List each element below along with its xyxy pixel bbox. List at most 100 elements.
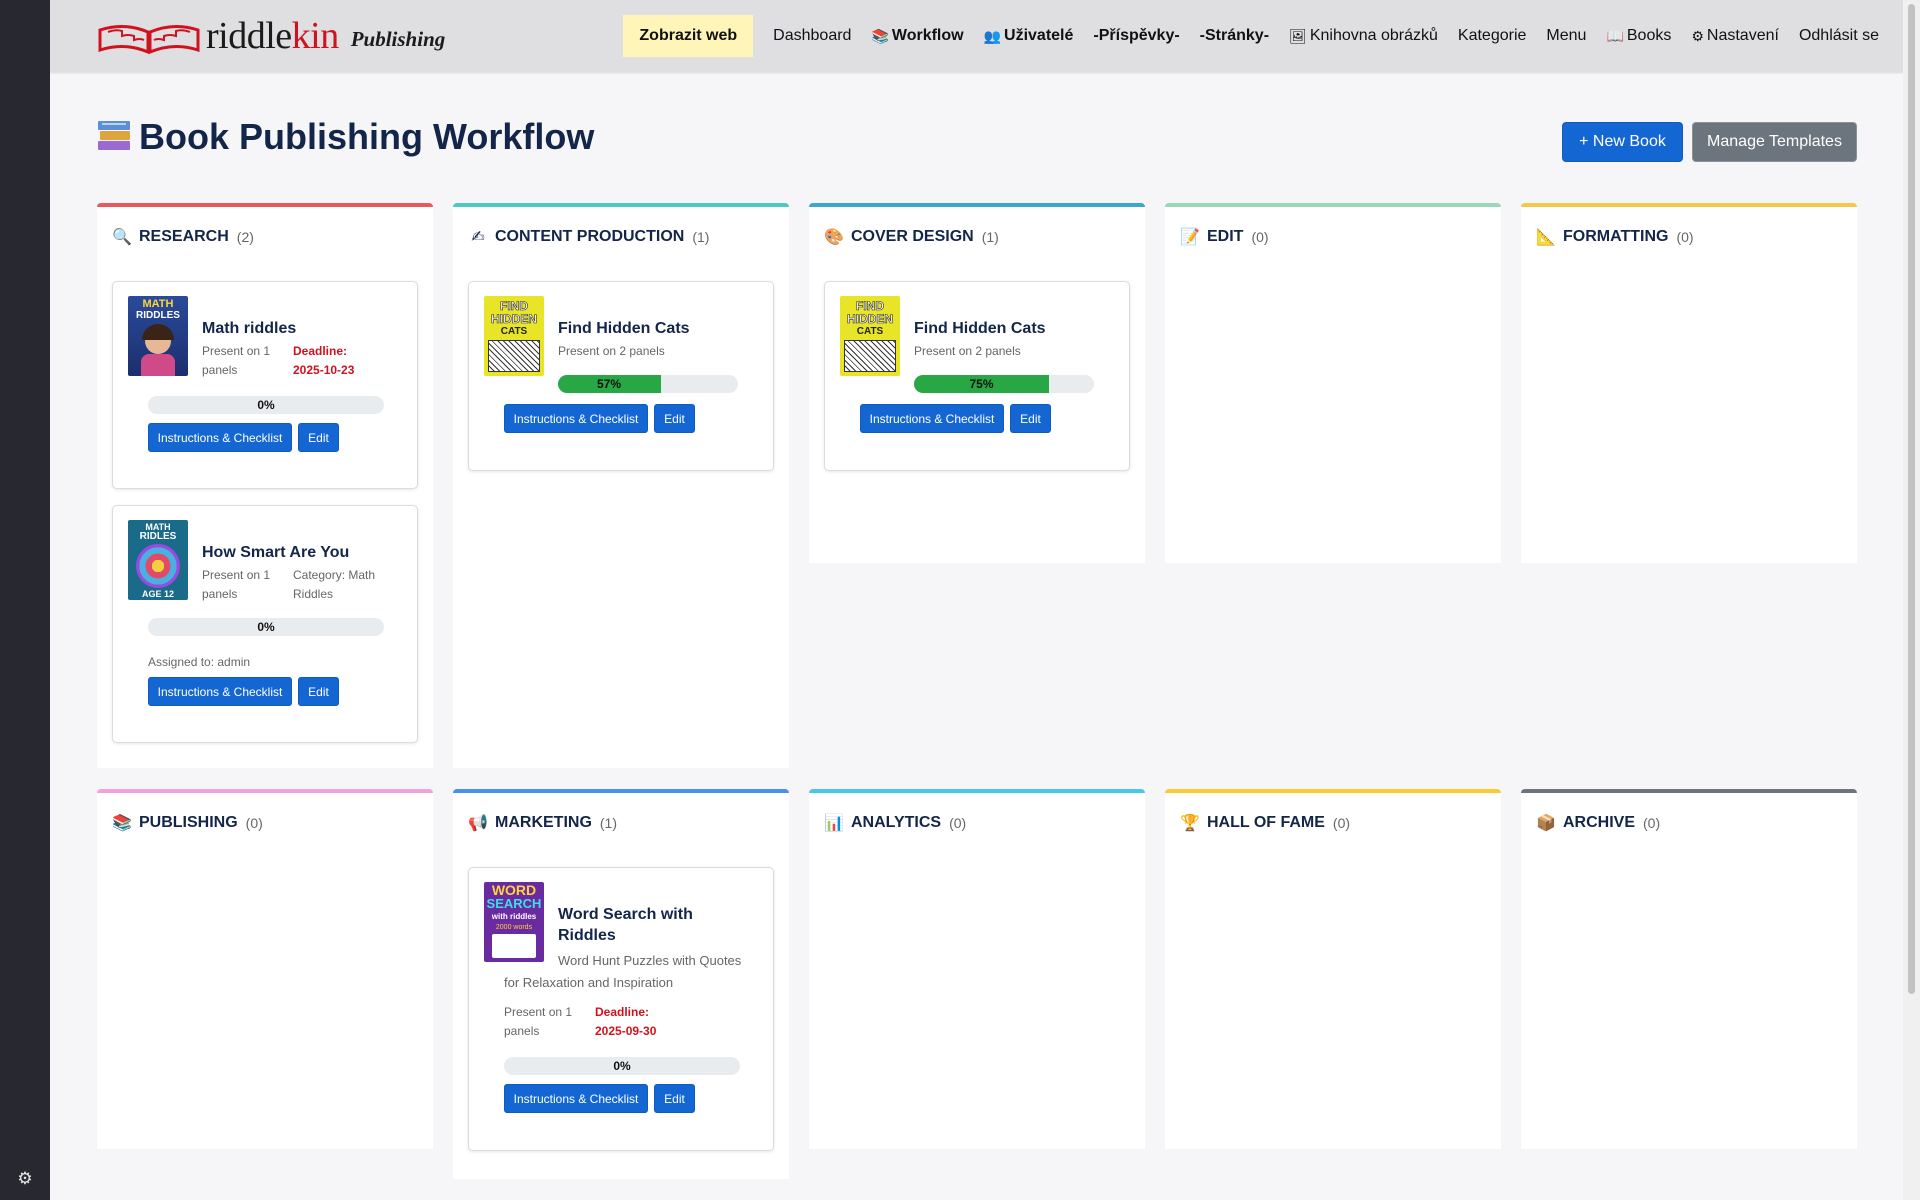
writing-hand-icon: ✍	[471, 229, 485, 246]
nav-pages[interactable]: -Stránky-	[1200, 27, 1269, 45]
column-header: 🏆 HALL OF FAME (0)	[1180, 814, 1351, 832]
column-cover-design: 🎨 COVER DESIGN (1) FIND HIDDEN CATS Find …	[809, 203, 1145, 563]
assigned-to: Assigned to: admin	[148, 655, 251, 669]
book-card-find-hidden-cats[interactable]: FIND HIDDEN CATS Find Hidden Cats Presen…	[468, 281, 774, 471]
palette-icon: 🎨	[824, 229, 844, 246]
megaphone-icon: 📢	[468, 815, 488, 832]
column-header: 🔍 RESEARCH (2)	[112, 228, 254, 246]
book-card-math-riddles[interactable]: MATH RIDDLES Math riddles Present on 1 pa…	[112, 281, 418, 489]
column-publishing: 📚 PUBLISHING (0)	[97, 789, 433, 1149]
column-header: 📢 MARKETING (1)	[468, 814, 618, 832]
book-title[interactable]: Find Hidden Cats	[558, 318, 758, 339]
nav-users[interactable]: 👥 Uživatelé	[984, 27, 1074, 45]
nav-categories[interactable]: Kategorie	[1458, 27, 1527, 45]
book-cover-image: FIND HIDDEN CATS	[840, 296, 900, 376]
nav-menu[interactable]: Menu	[1546, 27, 1586, 45]
memo-icon: 📝	[1180, 229, 1200, 246]
manage-templates-button[interactable]: Manage Templates	[1692, 122, 1857, 162]
nav-settings[interactable]: ⚙ Nastavení	[1691, 27, 1779, 45]
view-site-link[interactable]: Zobrazit web	[623, 15, 754, 57]
brand-name: riddlekin	[206, 15, 339, 57]
instructions-checklist-button[interactable]: Instructions & Checklist	[148, 677, 292, 706]
brand-subtitle: Publishing	[350, 27, 446, 51]
edit-button[interactable]: Edit	[298, 423, 339, 452]
panels-info: Present on 2 panels	[558, 344, 665, 358]
column-header: 🎨 COVER DESIGN (1)	[824, 228, 999, 246]
page-title: Book Publishing Workflow	[97, 116, 594, 158]
instructions-checklist-button[interactable]: Instructions & Checklist	[504, 1084, 648, 1113]
book-card-word-search-with-riddles[interactable]: WORD SEARCH with riddles 2000 words Word…	[468, 867, 774, 1151]
nav-links: Zobrazit web Dashboard 📚 Workflow 👥 Uživat…	[623, 15, 1879, 57]
books-icon	[98, 121, 130, 150]
column-archive: 📦 ARCHIVE (0)	[1521, 789, 1857, 1149]
column-formatting: 📐 FORMATTING (0)	[1521, 203, 1857, 563]
nav-posts[interactable]: -Příspěvky-	[1093, 27, 1179, 45]
book-title[interactable]: Word Search with Riddles	[558, 904, 748, 946]
nav-books[interactable]: 📖 Books	[1606, 27, 1671, 45]
users-icon: 👥	[983, 27, 1002, 44]
progress-bar: 0%	[148, 618, 384, 636]
books-icon: 📚	[112, 815, 132, 832]
gear-icon: ⚙	[1691, 27, 1704, 44]
book-title[interactable]: Find Hidden Cats	[914, 318, 1114, 339]
scrollbar-thumb[interactable]	[1908, 4, 1915, 994]
book-card-how-smart-are-you[interactable]: MATH RIDLES AGE 12 How Smart Are You Pre…	[112, 505, 418, 743]
edit-button[interactable]: Edit	[654, 1084, 695, 1113]
bar-chart-icon: 📊	[824, 815, 844, 832]
progress-bar: 57%	[558, 375, 738, 393]
books-icon: 📚	[871, 27, 889, 44]
trophy-icon: 🏆	[1180, 815, 1200, 832]
brand-logo[interactable]: riddlekin Publishing	[98, 15, 446, 57]
book-cover-image: MATH RIDDLES	[128, 296, 188, 376]
edit-button[interactable]: Edit	[654, 404, 695, 433]
instructions-checklist-button[interactable]: Instructions & Checklist	[860, 404, 1004, 433]
column-header: 📦 ARCHIVE (0)	[1536, 814, 1661, 832]
column-marketing: 📢 MARKETING (1) WORD SEARCH with riddles …	[453, 789, 789, 1179]
column-hall-of-fame: 🏆 HALL OF FAME (0)	[1165, 789, 1501, 1149]
column-header: ✍ CONTENT PRODUCTION (1)	[467, 227, 709, 247]
new-book-button[interactable]: + New Book	[1562, 122, 1683, 162]
column-header: 📊 ANALYTICS (0)	[824, 814, 967, 832]
book-title[interactable]: How Smart Are You	[202, 542, 402, 563]
deadline-info: Deadline: 2025-09-30	[595, 1005, 657, 1038]
picture-icon: 🖼	[1289, 27, 1307, 44]
edit-button[interactable]: Edit	[1010, 404, 1051, 433]
open-book-logo-icon	[98, 25, 200, 54]
panels-info: Present on 2 panels	[914, 344, 1021, 358]
nav-dashboard[interactable]: Dashboard	[773, 27, 851, 45]
open-book-icon: 📖	[1606, 27, 1624, 44]
column-header: 📐 FORMATTING (0)	[1536, 228, 1694, 246]
edit-button[interactable]: Edit	[298, 677, 339, 706]
column-research: 🔍 RESEARCH (2) MATH RIDDLES Math riddles …	[97, 203, 433, 768]
column-analytics: 📊 ANALYTICS (0)	[809, 789, 1145, 1149]
package-icon: 📦	[1536, 815, 1556, 832]
column-edit: 📝 EDIT (0)	[1165, 203, 1501, 563]
progress-bar: 0%	[504, 1057, 740, 1075]
book-cover-image: FIND HIDDEN CATS	[484, 296, 544, 376]
book-title[interactable]: Math riddles	[202, 318, 402, 339]
panels-info: Present on 1 panels	[202, 568, 271, 601]
column-header: 📚 PUBLISHING (0)	[112, 814, 263, 832]
book-card-find-hidden-cats[interactable]: FIND HIDDEN CATS Find Hidden Cats Presen…	[824, 281, 1130, 471]
panels-info: Present on 1 panels	[504, 1005, 573, 1038]
magnifier-icon: 🔍	[112, 229, 132, 246]
nav-image-library[interactable]: 🖼 Knihovna obrázků	[1289, 27, 1438, 45]
triangle-ruler-icon: 📐	[1536, 229, 1556, 246]
page-scrollbar[interactable]	[1903, 0, 1920, 1200]
instructions-checklist-button[interactable]: Instructions & Checklist	[504, 404, 648, 433]
nav-logout[interactable]: Odhlásit se	[1799, 27, 1879, 45]
browser-viewport: riddlekin Publishing Zobrazit web Dashbo…	[50, 0, 1903, 1200]
os-left-bar: ⚙	[0, 0, 50, 1200]
progress-bar: 0%	[148, 396, 384, 414]
nav-workflow[interactable]: 📚 Workflow	[871, 27, 963, 45]
book-subtitle: Word Hunt Puzzles with Quotes for Relaxa…	[504, 953, 742, 990]
book-cover-image: MATH RIDLES AGE 12	[128, 520, 188, 600]
column-header: 📝 EDIT (0)	[1180, 228, 1269, 246]
panels-info: Present on 1 panels	[202, 344, 271, 377]
top-navigation: riddlekin Publishing Zobrazit web Dashbo…	[50, 0, 1903, 72]
settings-gear-icon[interactable]: ⚙	[16, 1170, 34, 1188]
deadline-info: Deadline: 2025-10-23	[293, 344, 355, 377]
column-content-production: ✍ CONTENT PRODUCTION (1) FIND HIDDEN CATS…	[453, 203, 789, 768]
instructions-checklist-button[interactable]: Instructions & Checklist	[148, 423, 292, 452]
category-info: Category: Math Riddles	[293, 568, 376, 601]
